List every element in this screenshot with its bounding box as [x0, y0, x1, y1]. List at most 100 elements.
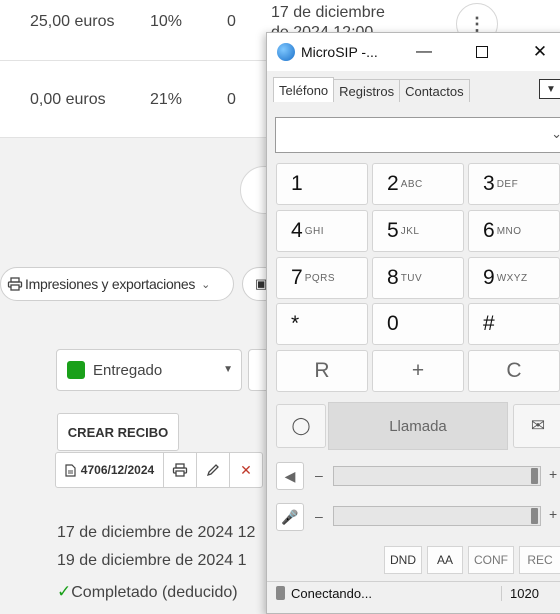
- status-bar: Conectando... 1020: [267, 581, 560, 604]
- conf-button[interactable]: CONF: [468, 546, 514, 574]
- key-hash[interactable]: #: [468, 303, 560, 345]
- speaker-volume-up[interactable]: +: [549, 466, 557, 482]
- key-digit: 1: [291, 172, 303, 195]
- clear-button[interactable]: C: [468, 350, 560, 392]
- payment-status: ✓Completado (deducido): [57, 582, 238, 602]
- edit-button[interactable]: [197, 453, 230, 487]
- payment-status-label: Completado (deducido): [71, 584, 238, 601]
- status-select[interactable]: Entregado ▼: [56, 349, 242, 391]
- key-7[interactable]: 7 PQRS: [276, 257, 368, 299]
- key-label: R: [314, 359, 330, 382]
- key-label: C: [506, 359, 522, 382]
- microsip-window: MicroSIP -... — ✕ Teléfono Registros Con…: [266, 32, 560, 614]
- microphone-button[interactable]: 🎤: [276, 503, 304, 531]
- redial-button[interactable]: R: [276, 350, 368, 392]
- speaker-volume-slider[interactable]: [333, 466, 541, 486]
- document-number: 4706/12/2024: [80, 463, 155, 477]
- slider-thumb[interactable]: [531, 508, 538, 524]
- speaker-button[interactable]: ◀: [276, 462, 304, 490]
- key-digit: 7: [291, 266, 303, 289]
- key-letters: DEF: [496, 178, 519, 190]
- tab-telefono[interactable]: Teléfono: [273, 77, 335, 102]
- key-digit: 5: [387, 219, 399, 242]
- key-8[interactable]: 8 TUV: [372, 257, 464, 299]
- microphone-icon: 🎤: [281, 508, 299, 525]
- slider-thumb[interactable]: [531, 468, 538, 484]
- mic-volume-up[interactable]: +: [549, 506, 557, 522]
- qty-cell: 0: [227, 91, 236, 108]
- pencil-icon: [206, 464, 219, 477]
- dropdown-icon: ▼: [546, 83, 556, 95]
- maximize-icon: [476, 46, 488, 58]
- key-star[interactable]: *: [276, 303, 368, 345]
- key-0[interactable]: 0: [372, 303, 464, 345]
- message-button[interactable]: ✉: [513, 404, 560, 448]
- maximize-button[interactable]: [459, 33, 505, 71]
- dnd-button[interactable]: DND: [384, 546, 422, 574]
- created-date: 17 de diciembre de 2024 12: [57, 524, 256, 541]
- voicemail-icon: ◯: [291, 416, 311, 435]
- key-letters: ABC: [400, 178, 423, 190]
- document-link[interactable]: 4706/12/2024: [56, 453, 164, 487]
- printer-icon: [7, 277, 23, 291]
- mic-volume-down[interactable]: –: [315, 508, 323, 524]
- dropdown-button[interactable]: ▼: [539, 79, 560, 99]
- call-button[interactable]: Llamada: [328, 402, 508, 450]
- tab-registros[interactable]: Registros: [333, 79, 401, 102]
- printer-icon: [172, 463, 188, 477]
- document-toolbar: 4706/12/2024 ✕: [55, 452, 263, 488]
- minimize-button[interactable]: —: [401, 33, 447, 71]
- key-letters: GHI: [304, 225, 324, 237]
- exports-label: Impresiones y exportaciones: [25, 276, 196, 292]
- delete-x-icon: ✕: [240, 461, 252, 478]
- key-1[interactable]: 1: [276, 163, 368, 205]
- plus-button[interactable]: +: [372, 350, 464, 392]
- delete-button[interactable]: ✕: [230, 453, 262, 487]
- microsip-app-icon: [277, 43, 295, 61]
- print-button[interactable]: [164, 453, 197, 487]
- key-digit: 3: [483, 172, 495, 195]
- port-label: 1020: [501, 585, 539, 601]
- date-line: 17 de diciembre: [271, 4, 385, 21]
- close-icon: ✕: [532, 42, 548, 61]
- number-input[interactable]: ⌄: [275, 117, 560, 153]
- tab-contactos[interactable]: Contactos: [399, 79, 470, 102]
- speaker-icon: ◀: [284, 467, 296, 484]
- key-9[interactable]: 9 WXYZ: [468, 257, 560, 299]
- chevron-down-icon: ⌄: [201, 278, 211, 291]
- key-3[interactable]: 3 DEF: [468, 163, 560, 205]
- delivered-date: 19 de diciembre de 2024 1: [57, 552, 247, 569]
- key-2[interactable]: 2 ABC: [372, 163, 464, 205]
- key-5[interactable]: 5 JKL: [372, 210, 464, 252]
- mic-volume-slider[interactable]: [333, 506, 541, 526]
- close-button[interactable]: ✕: [517, 33, 560, 71]
- voicemail-button[interactable]: ◯: [276, 404, 326, 448]
- aa-button[interactable]: AA: [427, 546, 463, 574]
- document-icon: [65, 463, 76, 477]
- key-digit: 0: [387, 312, 399, 335]
- title-bar[interactable]: MicroSIP -... — ✕: [267, 33, 560, 71]
- minimize-icon: —: [416, 43, 432, 60]
- key-letters: MNO: [496, 225, 522, 237]
- key-digit: 8: [387, 266, 399, 289]
- message-icon: ✉: [530, 416, 546, 435]
- qty-cell: 0: [227, 13, 236, 30]
- speaker-volume-down[interactable]: –: [315, 467, 323, 483]
- key-letters: WXYZ: [496, 272, 528, 284]
- exports-dropdown[interactable]: Impresiones y exportaciones ⌄: [0, 267, 234, 301]
- tax-cell: 10%: [150, 13, 183, 30]
- tax-cell: 21%: [150, 91, 183, 108]
- key-digit: 2: [387, 172, 399, 195]
- key-digit: *: [291, 312, 300, 335]
- create-receipt-button[interactable]: CREAR RECIBO: [57, 413, 179, 451]
- amount-cell: 25,00 euros: [30, 13, 115, 30]
- key-letters: PQRS: [304, 272, 336, 284]
- key-label: +: [411, 359, 425, 382]
- key-digit: 9: [483, 266, 495, 289]
- key-6[interactable]: 6 MNO: [468, 210, 560, 252]
- key-4[interactable]: 4 GHI: [276, 210, 368, 252]
- status-select-value: Entregado: [93, 361, 163, 379]
- caret-down-icon: ▼: [223, 364, 233, 375]
- rec-button[interactable]: REC: [519, 546, 560, 574]
- key-digit: #: [483, 312, 495, 335]
